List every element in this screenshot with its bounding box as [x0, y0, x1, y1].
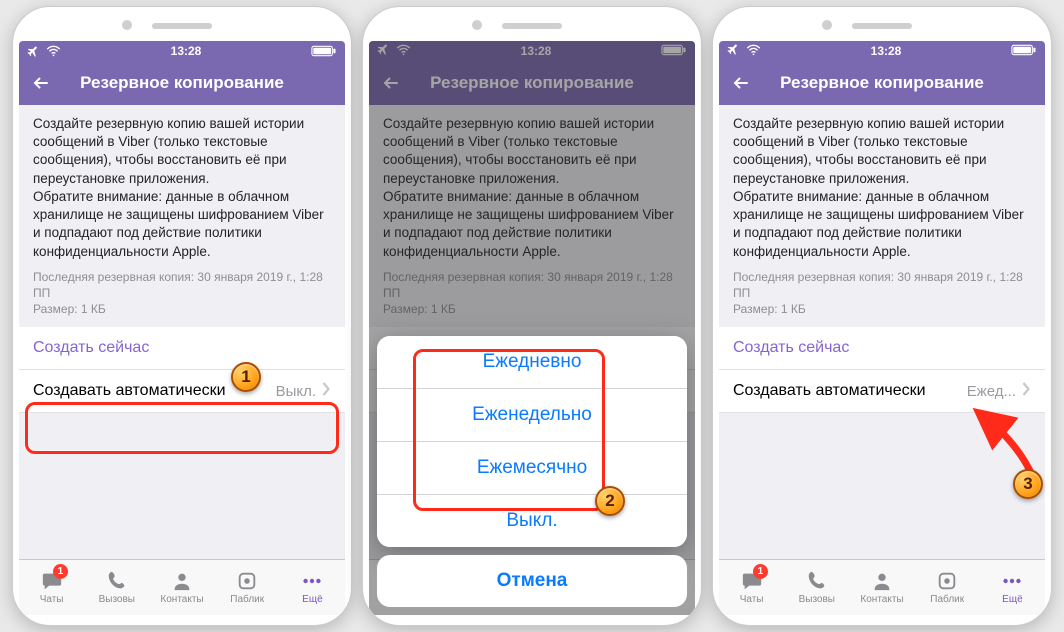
backup-description: Создайте резервную копию вашей истории с… [719, 105, 1045, 267]
tab-bar: 1 Чаты Вызовы Контакты Паблик Ещё [719, 559, 1045, 615]
backup-size-label: Размер: 1 КБ [733, 301, 1031, 317]
last-backup-label: Последняя резервная копия: 30 января 201… [33, 269, 331, 301]
chats-badge: 1 [753, 564, 768, 579]
status-bar: 13:28 [719, 41, 1045, 61]
step-badge-1: 1 [231, 362, 261, 392]
tab-contacts-label: Контакты [160, 594, 203, 605]
tab-chats-label: Чаты [40, 594, 64, 605]
create-now-label: Создать сейчас [733, 339, 849, 357]
auto-backup-label: Создавать автоматически [733, 382, 926, 400]
create-now-row[interactable]: Создать сейчас [719, 327, 1045, 370]
step-badge-2: 2 [595, 486, 625, 516]
status-bar: 13:28 [19, 41, 345, 61]
cancel-button[interactable]: Отмена [377, 555, 687, 607]
back-button[interactable] [27, 69, 55, 97]
nav-header: Резервное копирование [719, 61, 1045, 105]
tab-contacts[interactable]: Контакты [849, 560, 914, 615]
tab-contacts-label: Контакты [860, 594, 903, 605]
tab-chats[interactable]: 1 Чаты [719, 560, 784, 615]
tab-more[interactable]: Ещё [280, 560, 345, 615]
backup-meta: Последняя резервная копия: 30 января 201… [19, 267, 345, 328]
chevron-right-icon [322, 382, 331, 400]
auto-backup-row[interactable]: Создавать автоматически Ежед... [719, 370, 1045, 413]
option-daily[interactable]: Ежедневно [377, 336, 687, 389]
tab-contacts[interactable]: Контакты [149, 560, 214, 615]
create-now-label: Создать сейчас [33, 339, 149, 357]
battery-icon [1011, 44, 1037, 59]
tab-chats-label: Чаты [740, 594, 764, 605]
tab-public-label: Паблик [230, 594, 264, 605]
action-sheet: Ежедневно Еженедельно Ежемесячно Выкл. О… [377, 336, 687, 607]
status-time: 13:28 [871, 44, 902, 58]
phone-2: 13:28 Резервное копирование Создайте рез… [362, 6, 702, 626]
tab-more-label: Ещё [302, 594, 322, 605]
tab-public-label: Паблик [930, 594, 964, 605]
option-weekly[interactable]: Еженедельно [377, 389, 687, 442]
auto-backup-value: Ежед... [967, 383, 1016, 400]
step-badge-3: 3 [1013, 469, 1043, 499]
backup-description: Создайте резервную копию вашей истории с… [19, 105, 345, 267]
wifi-icon [746, 44, 761, 59]
phone-1: 13:28 Резервное копирование Создайте рез… [12, 6, 352, 626]
tab-public[interactable]: Паблик [915, 560, 980, 615]
tab-chats[interactable]: 1 Чаты [19, 560, 84, 615]
last-backup-label: Последняя резервная копия: 30 января 201… [733, 269, 1031, 301]
chats-badge: 1 [53, 564, 68, 579]
nav-header: Резервное копирование [19, 61, 345, 105]
tab-public[interactable]: Паблик [215, 560, 280, 615]
airplane-icon [727, 43, 740, 59]
airplane-icon [27, 45, 40, 58]
tab-calls[interactable]: Вызовы [84, 560, 149, 615]
back-button[interactable] [727, 69, 755, 97]
backup-meta: Последняя резервная копия: 30 января 201… [719, 267, 1045, 328]
tab-more-label: Ещё [1002, 594, 1022, 605]
create-now-row[interactable]: Создать сейчас [19, 327, 345, 370]
backup-size-label: Размер: 1 КБ [33, 301, 331, 317]
page-title: Резервное копирование [19, 73, 345, 93]
auto-backup-row[interactable]: Создавать автоматически Выкл. [19, 370, 345, 413]
auto-backup-value: Выкл. [276, 383, 316, 400]
tab-calls[interactable]: Вызовы [784, 560, 849, 615]
auto-backup-label: Создавать автоматически [33, 382, 226, 400]
page-title: Резервное копирование [719, 73, 1045, 93]
battery-icon [311, 45, 337, 57]
tab-more[interactable]: Ещё [980, 560, 1045, 615]
tab-calls-label: Вызовы [799, 594, 835, 605]
option-off[interactable]: Выкл. [377, 495, 687, 547]
status-time: 13:28 [171, 44, 202, 58]
chevron-right-icon [1022, 382, 1031, 400]
tab-bar: 1 Чаты Вызовы Контакты Паблик Ещё [19, 559, 345, 615]
wifi-icon [46, 45, 61, 57]
phone-3: 13:28 Резервное копирование Создайте рез… [712, 6, 1052, 626]
tab-calls-label: Вызовы [99, 594, 135, 605]
option-monthly[interactable]: Ежемесячно [377, 442, 687, 495]
